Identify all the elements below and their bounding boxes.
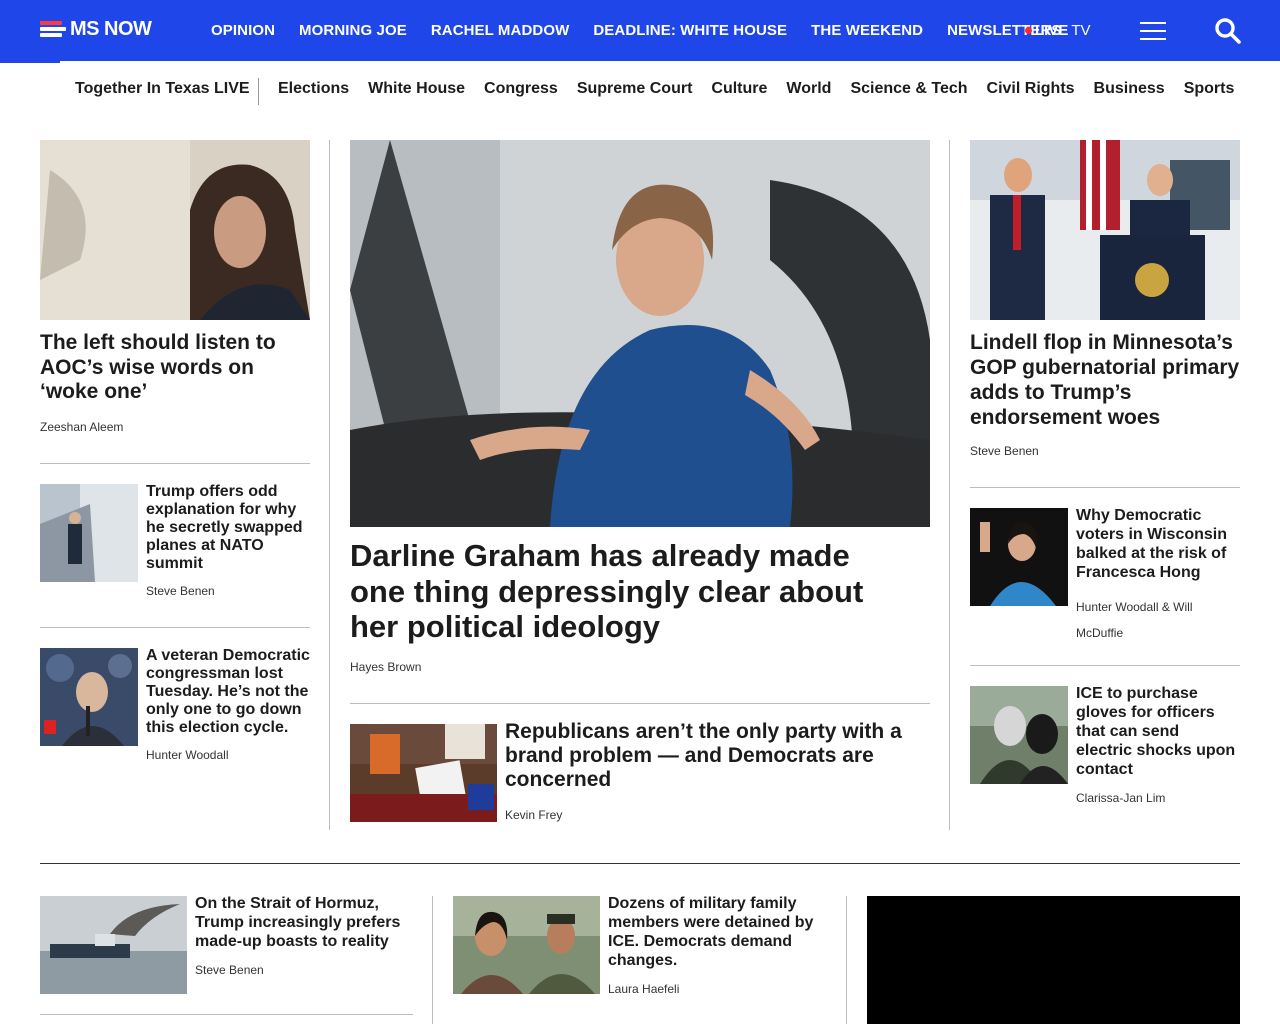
bottom-story-2-headline[interactable]: Dozens of military family members were d… (608, 895, 830, 971)
trump-plane-photo[interactable] (40, 484, 138, 582)
logo-icon (40, 19, 66, 39)
section-together-in-texas-live[interactable]: Together In Texas LIVE (75, 80, 250, 98)
section-white-house[interactable]: White House (368, 80, 465, 98)
video-player[interactable] (867, 896, 1240, 1024)
right-story-1-headline[interactable]: Why Democratic voters in Wisconsin balke… (1076, 507, 1238, 583)
right-main-byline[interactable]: Steve Benen (970, 444, 1039, 458)
nav-rachel-maddow[interactable]: RACHEL MADDOW (431, 22, 570, 39)
bottom-story-1-byline[interactable]: Steve Benen (195, 963, 264, 977)
section-elections[interactable]: Elections (278, 80, 349, 98)
left-divider-1 (40, 463, 310, 464)
bottom-story-1-headline[interactable]: On the Strait of Hormuz, Trump increasin… (195, 895, 410, 952)
ice-officers-photo[interactable] (970, 686, 1068, 784)
section-nav-divider (258, 78, 259, 105)
right-story-2-byline[interactable]: Clarissa-Jan Lim (1076, 791, 1165, 805)
center-sub-byline[interactable]: Kevin Frey (505, 808, 562, 822)
congressman-photo[interactable] (40, 648, 138, 746)
column-divider-right (949, 140, 950, 830)
live-label: LIVE (1035, 22, 1069, 39)
right-story-1-byline[interactable]: Hunter Woodall & Will McDuffie (1076, 594, 1226, 647)
left-divider-2 (40, 627, 310, 628)
military-family-photo[interactable] (453, 896, 600, 994)
nav-opinion[interactable]: OPINION (211, 22, 275, 39)
live-dot-icon (1025, 27, 1032, 34)
section-congress[interactable]: Congress (484, 80, 558, 98)
aoc-photo[interactable] (40, 140, 310, 320)
ms-now-logo[interactable]: MS NOW (40, 17, 152, 40)
nav-deadline-white-house[interactable]: DEADLINE: WHITE HOUSE (593, 22, 787, 39)
search-icon[interactable] (1214, 17, 1242, 45)
right-divider-1 (970, 487, 1240, 488)
right-story-2-headline[interactable]: ICE to purchase gloves for officers that… (1076, 685, 1238, 779)
darline-graham-photo[interactable] (350, 140, 930, 527)
section-nav: Together In Texas LIVE Elections White H… (0, 62, 1280, 118)
tanker-ship-photo[interactable] (40, 896, 187, 994)
section-civil-rights[interactable]: Civil Rights (987, 80, 1075, 98)
logo-text: MS NOW (70, 17, 152, 40)
top-navigation-bar: MS NOW OPINION MORNING JOE RACHEL MADDOW… (0, 0, 1280, 61)
right-main-headline[interactable]: Lindell flop in Minnesota’s GOP gubernat… (970, 331, 1240, 431)
center-main-byline[interactable]: Hayes Brown (350, 660, 421, 674)
trump-lindell-photo[interactable] (970, 140, 1240, 320)
left-main-byline[interactable]: Zeeshan Aleem (40, 420, 123, 434)
center-sub-headline[interactable]: Republicans aren’t the only party with a… (505, 720, 915, 792)
section-culture[interactable]: Culture (711, 80, 767, 98)
live-tv-link[interactable]: LIVE TV (1025, 22, 1091, 39)
nav-morning-joe[interactable]: MORNING JOE (299, 22, 407, 39)
live-tv-suffix: TV (1071, 22, 1091, 39)
left-story-2-headline[interactable]: A veteran Democratic congressman lost Tu… (146, 647, 310, 737)
left-main-headline[interactable]: The left should listen to AOC’s wise wor… (40, 331, 312, 405)
column-divider-left (329, 140, 330, 830)
section-sports[interactable]: Sports (1184, 80, 1235, 98)
bottom-divider-1 (40, 1014, 413, 1015)
section-world[interactable]: World (786, 80, 831, 98)
primary-nav: OPINION MORNING JOE RACHEL MADDOW DEADLI… (211, 22, 1062, 39)
francesca-hong-photo[interactable] (970, 508, 1068, 606)
left-story-1-byline[interactable]: Steve Benen (146, 584, 215, 598)
hamburger-menu-icon[interactable] (1140, 20, 1166, 42)
section-business[interactable]: Business (1094, 80, 1165, 98)
center-divider (350, 703, 930, 704)
nav-the-weekend[interactable]: THE WEEKEND (811, 22, 923, 39)
left-story-1-headline[interactable]: Trump offers odd explanation for why he … (146, 483, 306, 573)
democrats-sign-photo[interactable] (350, 724, 497, 822)
bottom-column-divider-1 (432, 896, 433, 1024)
section-supreme-court[interactable]: Supreme Court (577, 80, 693, 98)
center-main-headline[interactable]: Darline Graham has already made one thin… (350, 538, 910, 645)
bottom-story-2-byline[interactable]: Laura Haefeli (608, 982, 679, 996)
section-separator (40, 863, 1240, 864)
left-story-2-byline[interactable]: Hunter Woodall (146, 748, 229, 762)
right-divider-2 (970, 665, 1240, 666)
bottom-column-divider-2 (846, 896, 847, 1024)
section-science-tech[interactable]: Science & Tech (850, 80, 967, 98)
